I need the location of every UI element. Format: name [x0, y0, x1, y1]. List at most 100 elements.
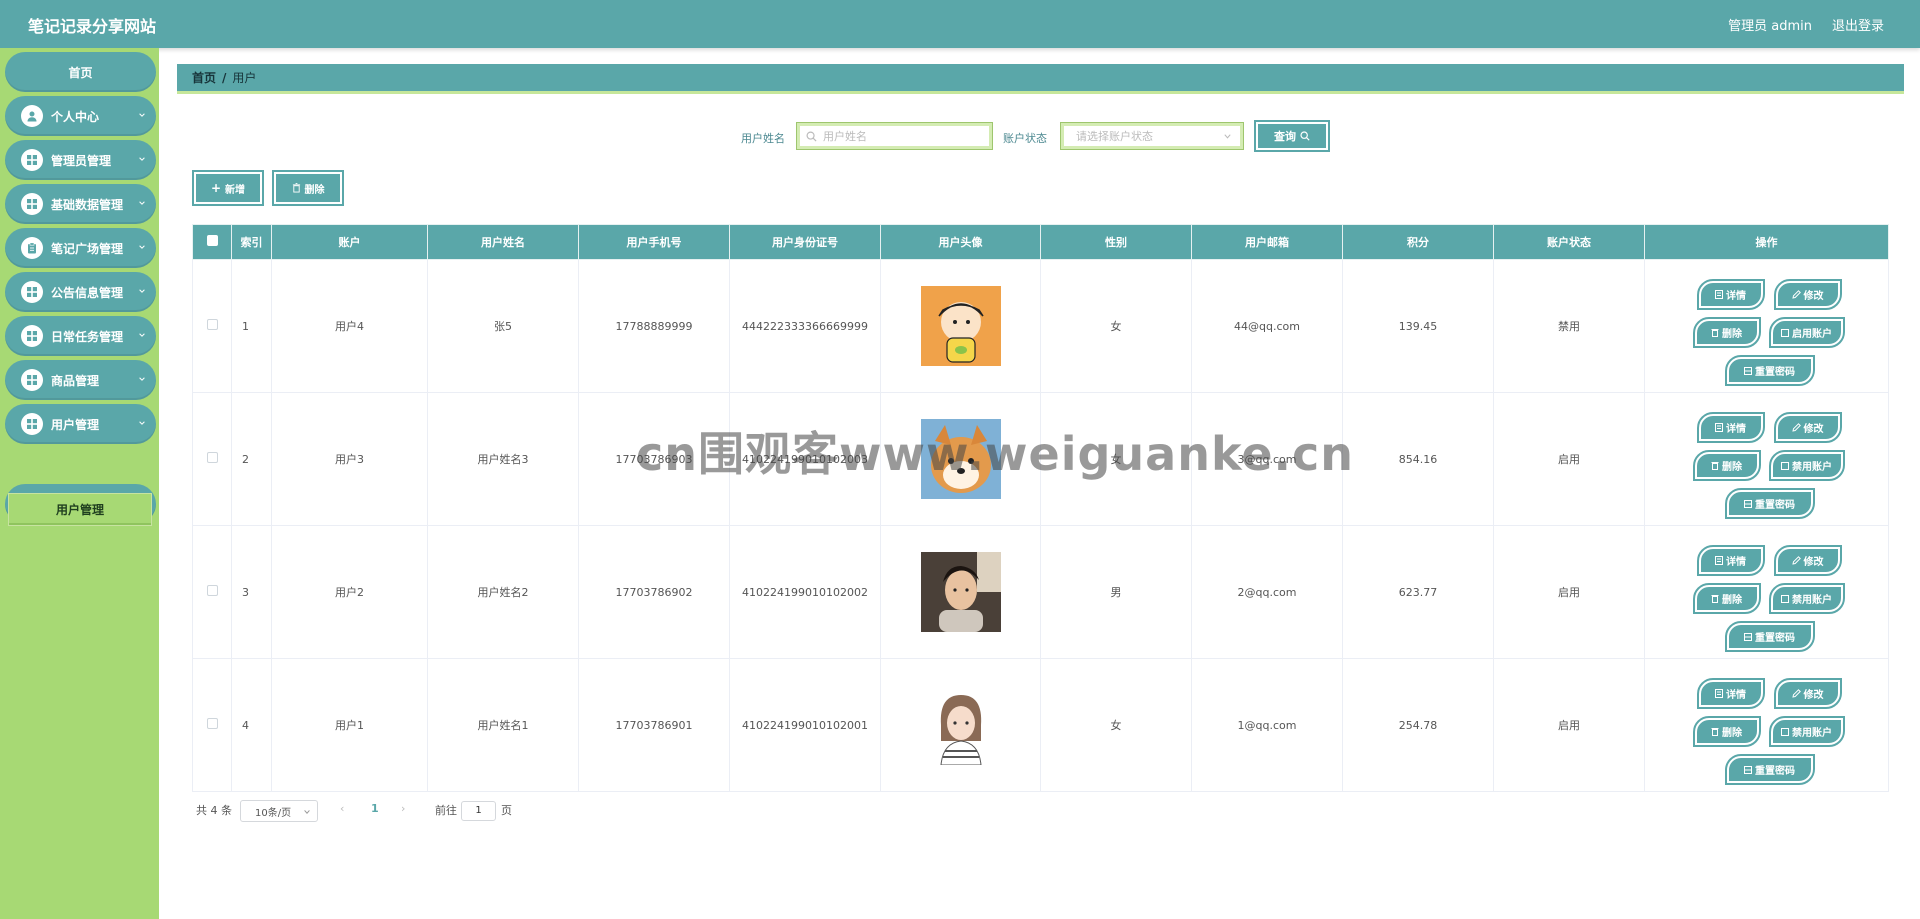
column-header: 操作 — [1644, 224, 1889, 260]
detail-button[interactable]: 详情 — [1696, 412, 1765, 443]
plus-icon: + — [210, 181, 222, 195]
sidebar-item-7[interactable]: 用户管理 — [5, 404, 156, 444]
column-header: 用户手机号 — [578, 224, 730, 260]
edit-button-label: 修改 — [1803, 690, 1824, 701]
column-header: 用户姓名 — [427, 224, 579, 260]
idcard-cell: 410224199010102003 — [729, 392, 881, 526]
edit-icon — [1791, 689, 1801, 698]
select-all-checkbox[interactable] — [206, 235, 218, 246]
name-cell: 张5 — [427, 259, 579, 393]
row-select-cell[interactable] — [192, 525, 232, 659]
sidebar-item-4[interactable]: 公告信息管理 — [5, 272, 156, 312]
batch-delete-button[interactable]: 删除 — [272, 170, 344, 206]
add-button[interactable]: + 新增 — [192, 170, 264, 206]
delete-button[interactable]: 删除 — [1692, 450, 1761, 481]
edit-button[interactable]: 修改 — [1773, 279, 1842, 310]
logout-link[interactable]: 退出登录 — [1832, 15, 1884, 34]
sidebar-subitem-user-management[interactable]: 用户管理 — [8, 493, 152, 526]
clipboard-icon — [21, 237, 43, 259]
document-icon — [1715, 423, 1723, 432]
table-row: 2 用户3 用户姓名3 17703786903 410224199010102003 女 3… — [192, 392, 1889, 526]
user-table: 索引 账户 用户姓名 用户手机号 用户身份证号 用户头像 性别 用户邮箱 积分 … — [192, 224, 1889, 792]
sidebar-item-0[interactable]: 个人中心 — [5, 96, 156, 136]
next-page-button[interactable]: › — [401, 802, 405, 815]
trash-icon — [292, 183, 300, 193]
edit-button[interactable]: 修改 — [1773, 545, 1842, 576]
email-cell: 44@qq.com — [1191, 259, 1343, 393]
edit-icon — [1791, 290, 1801, 299]
account-cell: 用户3 — [271, 392, 428, 526]
edit-button-label: 修改 — [1803, 424, 1824, 435]
breadcrumb-home[interactable]: 首页 — [192, 69, 216, 86]
status-cell: 启用 — [1493, 525, 1645, 659]
detail-button[interactable]: 详情 — [1696, 545, 1765, 576]
delete-button[interactable]: 删除 — [1692, 317, 1761, 348]
status-cell: 禁用 — [1493, 259, 1645, 393]
edit-button[interactable]: 修改 — [1773, 678, 1842, 709]
grid-icon — [21, 281, 43, 303]
row-checkbox[interactable] — [206, 585, 218, 596]
grid-icon — [1744, 366, 1752, 375]
row-select-cell[interactable] — [192, 392, 232, 526]
sidebar-item-1[interactable]: 管理员管理 — [5, 140, 156, 180]
row-checkbox[interactable] — [206, 319, 218, 330]
page-size-value: 10条/页 — [255, 807, 292, 819]
column-header: 用户头像 — [880, 224, 1041, 260]
sidebar-item-6[interactable]: 商品管理 — [5, 360, 156, 400]
edit-icon — [1791, 423, 1801, 432]
row-checkbox[interactable] — [206, 452, 218, 463]
page-number-current[interactable]: 1 — [371, 802, 379, 815]
delete-button-label: 删除 — [1722, 462, 1742, 473]
goto-page-input[interactable]: 1 — [461, 801, 496, 821]
reset-password-button[interactable]: 重置密码 — [1724, 488, 1815, 519]
prev-page-button[interactable]: ‹ — [340, 802, 344, 815]
status-select-placeholder: 请选择账户状态 — [1076, 130, 1153, 143]
gender-cell: 女 — [1040, 259, 1192, 393]
sidebar-item-5[interactable]: 日常任务管理 — [5, 316, 156, 356]
detail-button[interactable]: 详情 — [1696, 678, 1765, 709]
reset-password-button[interactable]: 重置密码 — [1724, 621, 1815, 652]
sidebar-item-label: 公告信息管理 — [51, 285, 124, 300]
sidebar-item-3[interactable]: 笔记广场管理 — [5, 228, 156, 268]
toggle-account-button[interactable]: 禁用账户 — [1768, 450, 1845, 481]
name-search-input[interactable]: 用户姓名 — [796, 122, 993, 150]
table-row: 1 用户4 张5 17788889999 444222333366669999 女 44@q… — [192, 259, 1889, 393]
page-size-select[interactable]: 10条/页 — [240, 800, 318, 822]
sidebar-item-home[interactable]: 首页 — [5, 52, 156, 92]
status-cell: 启用 — [1493, 658, 1645, 792]
select-all-cell[interactable] — [192, 224, 232, 260]
reset-password-button[interactable]: 重置密码 — [1724, 754, 1815, 785]
row-select-cell[interactable] — [192, 259, 232, 393]
sidebar-item-2[interactable]: 基础数据管理 — [5, 184, 156, 224]
sidebar-subitem-label: 用户管理 — [55, 503, 104, 517]
name-cell: 用户姓名3 — [427, 392, 579, 526]
status-cell: 启用 — [1493, 392, 1645, 526]
grid-icon — [21, 413, 43, 435]
reset-password-button[interactable]: 重置密码 — [1724, 355, 1815, 386]
row-checkbox[interactable] — [206, 718, 218, 729]
toggle-account-button[interactable]: 禁用账户 — [1768, 716, 1845, 747]
query-button[interactable]: 查询 — [1254, 120, 1330, 152]
index-cell: 3 — [231, 525, 272, 659]
status-select[interactable]: 请选择账户状态 — [1060, 122, 1244, 150]
delete-button[interactable]: 删除 — [1692, 716, 1761, 747]
toggle-account-button[interactable]: 启用账户 — [1768, 317, 1845, 348]
account-cell: 用户2 — [271, 525, 428, 659]
phone-cell: 17788889999 — [578, 259, 730, 393]
points-cell: 139.45 — [1342, 259, 1494, 393]
toggle-account-button[interactable]: 禁用账户 — [1768, 583, 1845, 614]
grid-icon — [1744, 632, 1752, 641]
detail-button[interactable]: 详情 — [1696, 279, 1765, 310]
chevron-down-icon — [139, 157, 145, 161]
index-cell: 1 — [231, 259, 272, 393]
goto-label: 前往 — [435, 804, 457, 817]
delete-button[interactable]: 删除 — [1692, 583, 1761, 614]
girl-avatar — [881, 685, 1040, 765]
admin-user-label[interactable]: 管理员 admin — [1728, 15, 1812, 34]
sidebar-item-label: 日常任务管理 — [51, 329, 124, 344]
edit-button[interactable]: 修改 — [1773, 412, 1842, 443]
edit-icon — [1791, 556, 1801, 565]
document-icon — [1715, 689, 1723, 698]
breadcrumb: 首页 / 用户 — [177, 64, 1904, 94]
row-select-cell[interactable] — [192, 658, 232, 792]
